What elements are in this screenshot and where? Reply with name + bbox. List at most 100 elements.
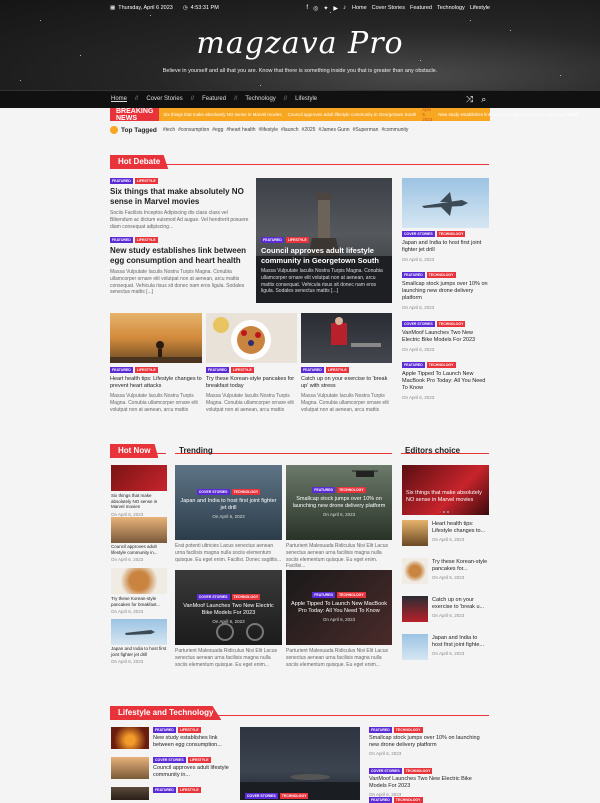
technology-badge[interactable]: TECHNOLOGY bbox=[231, 489, 261, 495]
featured-article[interactable]: FEATURED LIFESTYLE Council approves adult… bbox=[256, 178, 392, 303]
article-card[interactable]: FEATURED LIFESTYLE Heart health tips: Lif… bbox=[110, 367, 202, 413]
featured-badge[interactable]: FEATURED bbox=[369, 797, 392, 803]
featured-badge[interactable]: FEATURED bbox=[110, 237, 133, 243]
article-title[interactable]: Six things that make absolutely NO sense… bbox=[110, 187, 250, 207]
featured-badge[interactable]: FEATURED bbox=[261, 237, 284, 243]
tag-link[interactable]: #lifestyle bbox=[259, 127, 278, 133]
tag-link[interactable]: #James Gunn bbox=[318, 127, 349, 133]
featured-badge[interactable]: FEATURED bbox=[153, 727, 176, 733]
technology-badge[interactable]: TECHNOLOGY bbox=[337, 592, 366, 598]
article-card[interactable]: COVER STORIES TECHNOLOGY Japan and India … bbox=[402, 231, 489, 262]
article-card[interactable]: FEATURED TECHNOLOGY Apple Tipped To Launc… bbox=[402, 362, 489, 400]
article-title[interactable]: VanMoof Launches Two New Electric Bike M… bbox=[402, 330, 489, 344]
tag-link[interactable]: #egg bbox=[212, 127, 223, 133]
cover-stories-badge[interactable]: COVER STORIES bbox=[196, 489, 230, 495]
featured-badge[interactable]: FEATURED bbox=[312, 592, 336, 598]
lifestyle-badge[interactable]: LIFESTYLE bbox=[177, 787, 201, 793]
tag-link[interactable]: #launch bbox=[281, 127, 299, 133]
editors-item[interactable]: Japan and India to host first joint figh… bbox=[432, 635, 489, 656]
nav-featured[interactable]: Featured bbox=[202, 96, 226, 102]
tag-link[interactable]: #community bbox=[381, 127, 408, 133]
featured-badge[interactable]: FEATURED bbox=[312, 487, 336, 493]
trending-card[interactable]: FEATURED TECHNOLOGY Apple Tipped To Launc… bbox=[286, 570, 392, 645]
technology-badge[interactable]: TECHNOLOGY bbox=[393, 797, 423, 803]
article-title[interactable]: Japan and India to host first joint figh… bbox=[179, 498, 278, 512]
breaking-item[interactable]: Council approves adult lifestyle communi… bbox=[288, 112, 417, 117]
top-link-cover-stories[interactable]: Cover Stories bbox=[372, 5, 405, 11]
editors-item[interactable]: Heart health tips: Lifestyle changes to.… bbox=[432, 521, 489, 542]
youtube-icon[interactable]: ▶ bbox=[333, 5, 338, 12]
article-image[interactable] bbox=[301, 313, 392, 363]
article-image[interactable] bbox=[111, 727, 149, 749]
hot-now-image[interactable] bbox=[111, 619, 167, 645]
article-card[interactable]: FEATURED TECHNOLOGY Smallcap stock jumps … bbox=[402, 272, 489, 310]
article-title[interactable]: Apple Tipped To Launch New MacBook Pro T… bbox=[290, 601, 388, 615]
lifestyle-badge[interactable]: LIFESTYLE bbox=[134, 367, 158, 373]
editors-item[interactable]: Catch up on your exercise to 'break u...… bbox=[432, 597, 489, 618]
tag-link[interactable]: #consumption bbox=[178, 127, 209, 133]
trending-card[interactable]: COVER STORIES TECHNOLOGY Japan and India … bbox=[175, 465, 282, 540]
lifestyle-badge[interactable]: LIFESTYLE bbox=[177, 727, 201, 733]
hot-now-item[interactable]: Six things that make absolutely NO sense… bbox=[111, 493, 167, 517]
article-title[interactable]: VanMoof Launches Two New Electric Bike M… bbox=[369, 776, 489, 790]
article-title[interactable]: New study establishes link between egg c… bbox=[110, 246, 250, 266]
technology-badge[interactable]: TECHNOLOGY bbox=[426, 362, 456, 368]
article-title[interactable]: Heart health tips: Lifestyle changes to.… bbox=[432, 521, 489, 535]
technology-badge[interactable]: TECHNOLOGY bbox=[436, 231, 466, 237]
breaking-item[interactable]: Six things that make absolutely NO sense… bbox=[163, 112, 281, 117]
featured-badge[interactable]: FEATURED bbox=[402, 362, 425, 368]
tag-link[interactable]: #tech bbox=[163, 127, 175, 133]
search-icon[interactable]: ⌕ bbox=[481, 94, 486, 105]
editors-thumb[interactable] bbox=[402, 634, 428, 660]
article-card[interactable]: FEATURED LIFESTYLE New study establishes … bbox=[110, 237, 250, 296]
cover-stories-badge[interactable]: COVER STORIES bbox=[369, 768, 402, 774]
article-card[interactable]: FEATURED TECHNOLOGY bbox=[369, 797, 489, 803]
featured-badge[interactable]: FEATURED bbox=[206, 367, 229, 373]
nav-home[interactable]: Home bbox=[111, 96, 127, 102]
hot-now-item[interactable]: Try these Korean-style pancakes for brea… bbox=[111, 596, 167, 614]
article-card[interactable]: FEATURED LIFESTYLE New study establishes … bbox=[153, 727, 233, 749]
hot-now-item[interactable]: Council approves adult lifestyle communi… bbox=[111, 544, 167, 562]
article-title[interactable]: Smallcap stock jumps over 10% on launchi… bbox=[290, 496, 388, 510]
article-card[interactable]: FEATURED TECHNOLOGY Smallcap stock jumps … bbox=[369, 727, 489, 756]
tag-link[interactable]: #Superman bbox=[353, 127, 379, 133]
cover-stories-badge[interactable]: COVER STORIES bbox=[402, 231, 435, 237]
breaking-item[interactable]: New study establishes link between egg c… bbox=[438, 112, 578, 117]
article-title[interactable]: Six things that make absolutely NO sense… bbox=[111, 493, 167, 510]
article-title[interactable]: VanMoof Launches Two New Electric Bike M… bbox=[179, 603, 278, 617]
editors-thumb[interactable] bbox=[402, 558, 428, 584]
article-title[interactable]: Japan and India to host first joint figh… bbox=[402, 240, 489, 254]
trending-card[interactable]: FEATURED TECHNOLOGY Smallcap stock jumps … bbox=[286, 465, 392, 540]
article-title[interactable]: Try these Korean-style pancakes for brea… bbox=[111, 596, 167, 607]
tag-link[interactable]: #heart health bbox=[226, 127, 255, 133]
lifestyle-badge[interactable]: LIFESTYLE bbox=[230, 367, 254, 373]
facebook-icon[interactable]: f bbox=[306, 5, 308, 12]
article-card[interactable]: FEATURED LIFESTYLE Six things that make a… bbox=[110, 178, 250, 230]
lifestyle-badge[interactable]: LIFESTYLE bbox=[134, 237, 158, 243]
article-card[interactable]: FEATURED LIFESTYLE Try these Korean-style… bbox=[206, 367, 298, 413]
featured-badge[interactable]: FEATURED bbox=[153, 787, 176, 793]
article-title[interactable]: Apple Tipped To Launch New MacBook Pro T… bbox=[402, 371, 489, 392]
featured-badge[interactable]: FEATURED bbox=[110, 367, 133, 373]
cover-stories-badge[interactable]: COVER STORIES bbox=[196, 594, 230, 600]
article-card[interactable]: FEATURED LIFESTYLE bbox=[153, 787, 233, 793]
article-image[interactable] bbox=[111, 757, 149, 779]
article-title[interactable]: Try these Korean-style pancakes for brea… bbox=[206, 376, 298, 390]
article-title[interactable]: New study establishes link between egg c… bbox=[153, 735, 233, 749]
technology-badge[interactable]: TECHNOLOGY bbox=[231, 594, 261, 600]
technology-badge[interactable]: TECHNOLOGY bbox=[403, 768, 433, 774]
site-logo[interactable]: magzava Pro bbox=[0, 26, 600, 61]
instagram-icon[interactable]: ◎ bbox=[313, 5, 318, 12]
lifestyle-featured-image[interactable]: COVER STORIES TECHNOLOGY bbox=[240, 727, 360, 800]
technology-badge[interactable]: TECHNOLOGY bbox=[436, 321, 466, 327]
featured-badge[interactable]: FEATURED bbox=[110, 178, 133, 184]
hot-now-image[interactable] bbox=[111, 568, 167, 594]
nav-technology[interactable]: Technology bbox=[245, 96, 275, 102]
featured-badge[interactable]: FEATURED bbox=[402, 272, 425, 278]
technology-badge[interactable]: TECHNOLOGY bbox=[393, 727, 423, 733]
hot-now-item[interactable]: Japan and India to host first joint figh… bbox=[111, 646, 167, 664]
cover-stories-badge[interactable]: COVER STORIES bbox=[153, 757, 186, 763]
article-card[interactable]: COVER STORIES TECHNOLOGY VanMoof Launches… bbox=[402, 321, 489, 352]
article-title[interactable]: Japan and India to host first joint figh… bbox=[111, 646, 167, 657]
article-image[interactable] bbox=[402, 178, 489, 228]
